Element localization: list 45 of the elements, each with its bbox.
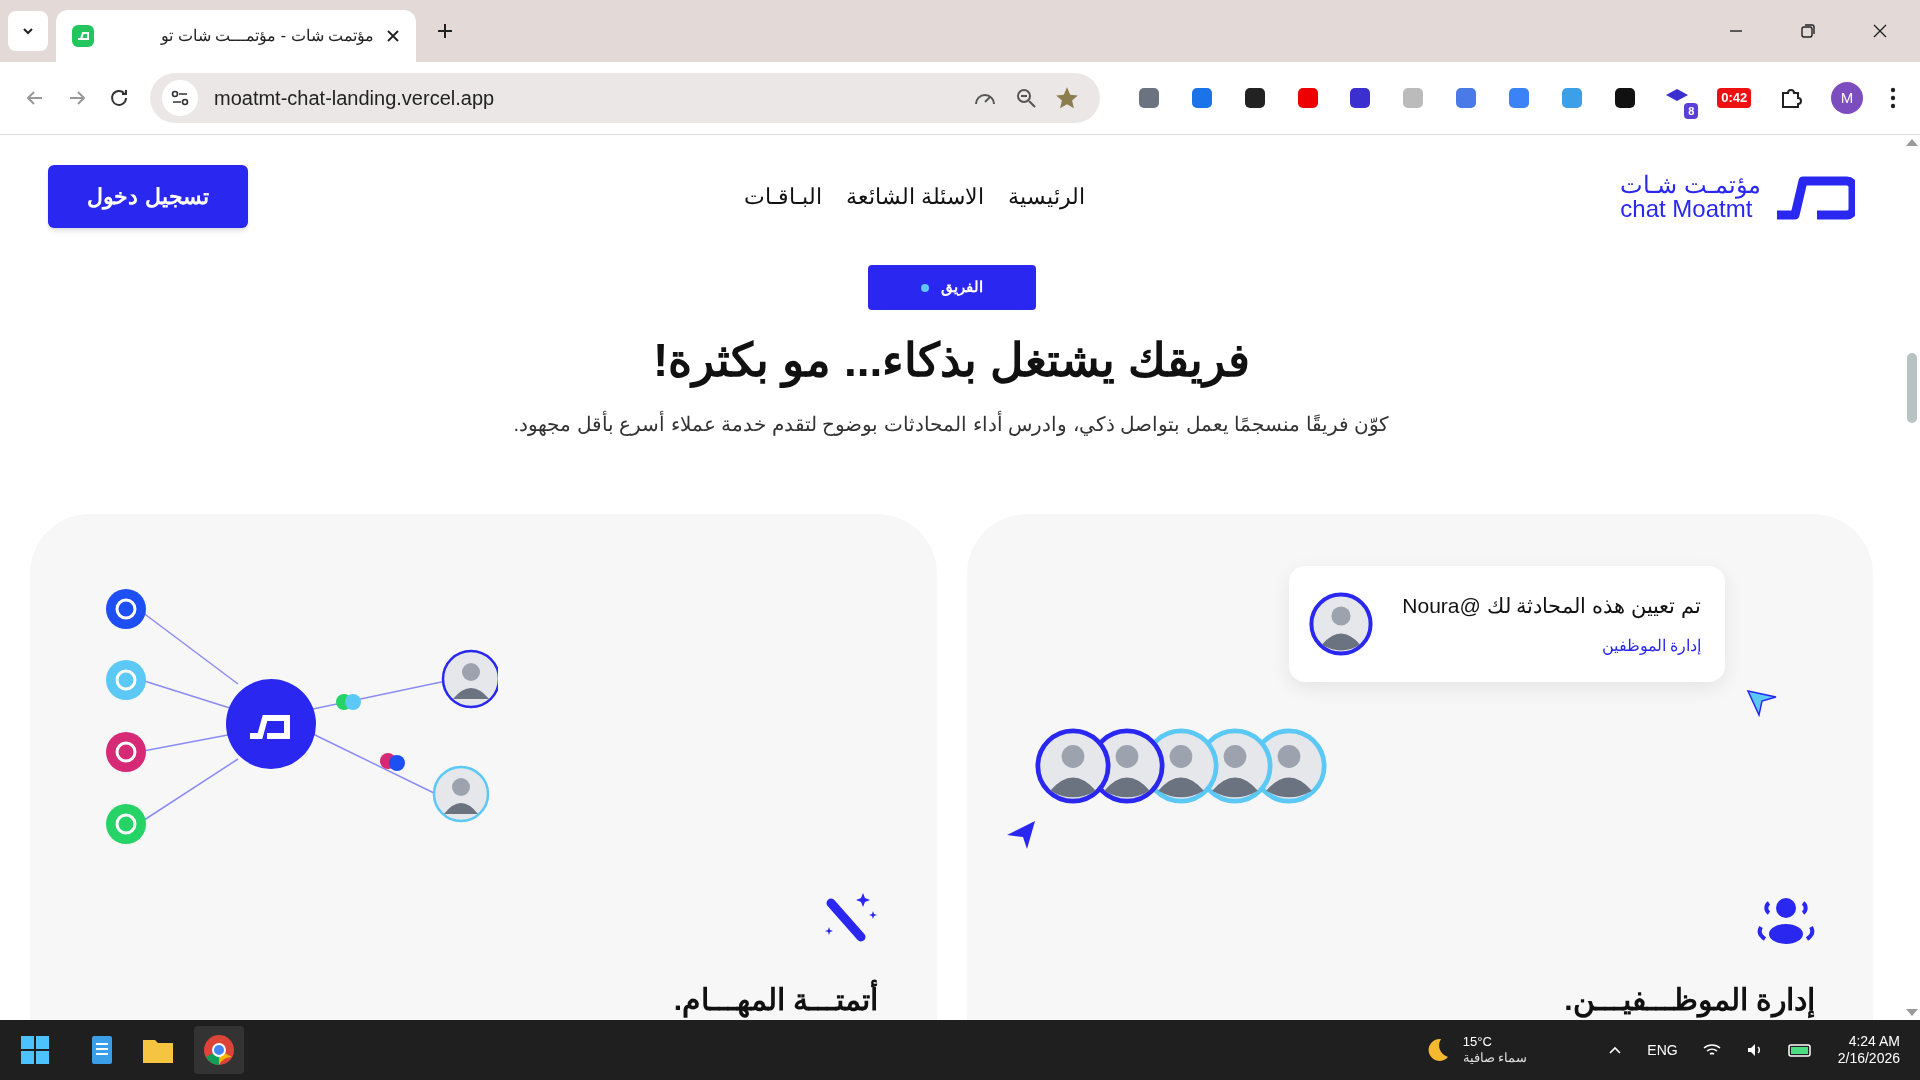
language-indicator[interactable]: ENG: [1647, 1039, 1678, 1061]
weather-text: سماء صافية: [1462, 1050, 1528, 1067]
logo-arabic-text: مؤتمـت شـات: [1620, 172, 1761, 197]
nav-link[interactable]: الاسئلة الشائعة: [845, 180, 984, 213]
site-settings-icon[interactable]: [162, 80, 198, 116]
staff-management-link[interactable]: إدارة الموظفين: [1389, 633, 1701, 658]
close-icon[interactable]: [386, 29, 400, 43]
hub-logo-icon: [226, 679, 316, 769]
clock-date[interactable]: 2/16/2026: [1837, 1050, 1900, 1068]
zoom-icon[interactable]: [1014, 86, 1038, 110]
channel-pair-icon: [336, 694, 361, 710]
url-text: moatmt-chat-landing.vercel.app: [214, 86, 496, 111]
nav-link[interactable]: البـاقـات: [743, 180, 822, 213]
agent-avatar: [432, 765, 490, 823]
channel-pair-icon: [380, 753, 405, 771]
login-button[interactable]: تسجيل دخول: [48, 165, 248, 228]
nav-link[interactable]: الرئيسية: [1007, 180, 1085, 213]
hero-subtitle: كوّن فريقًا منسجمًا يعمل بتواصل ذكي، وادرس أداء المحادثات بوضوح لتقدم خدمة عملاء أسرع بأقل مجهود.: [513, 409, 1390, 439]
reload-icon[interactable]: [108, 87, 130, 109]
timer-badge[interactable]: 0:42: [1717, 88, 1752, 108]
browser-tab[interactable]: مؤتمت شات - مؤتمـــت شات تو: [56, 10, 416, 62]
start-icon[interactable]: [20, 1035, 50, 1065]
menu-icon[interactable]: [1889, 87, 1896, 109]
section-badge: الفريق: [867, 265, 1036, 310]
card-title: أتمتـــة المهـــام.: [673, 977, 879, 1020]
star-icon[interactable]: [1054, 85, 1080, 111]
clock-time[interactable]: 4:24 AM: [1848, 1032, 1900, 1050]
user-avatar: [1309, 591, 1373, 656]
profile-avatar[interactable]: M: [1831, 82, 1863, 114]
pointer-arrow-icon: [1746, 689, 1778, 717]
close-window-icon[interactable]: [1872, 23, 1888, 39]
address-bar[interactable]: moatmt-chat-landing.vercel.app: [150, 73, 1100, 123]
battery-icon[interactable]: [1787, 1041, 1814, 1059]
chrome-icon[interactable]: [203, 1034, 235, 1066]
new-tab-icon[interactable]: [436, 22, 454, 40]
agent-avatar: [441, 649, 498, 709]
card-title: إدارة الموظـــفيـــن.: [1564, 982, 1815, 1020]
hero-title: فريقك يشتغل بذكاء... مو بكثرة!: [653, 333, 1250, 390]
temperature-text: 15°C: [1462, 1033, 1493, 1050]
restore-icon[interactable]: [1800, 23, 1816, 39]
users-icon: [1757, 897, 1815, 945]
notification-message: تم تعيين هذه المحادثة لك @Noura: [1401, 593, 1701, 621]
extension-badge: 8: [1684, 102, 1699, 119]
site-favicon-icon: [72, 25, 94, 47]
tab-title: مؤتمت شات - مؤتمـــت شات تو: [159, 26, 374, 47]
